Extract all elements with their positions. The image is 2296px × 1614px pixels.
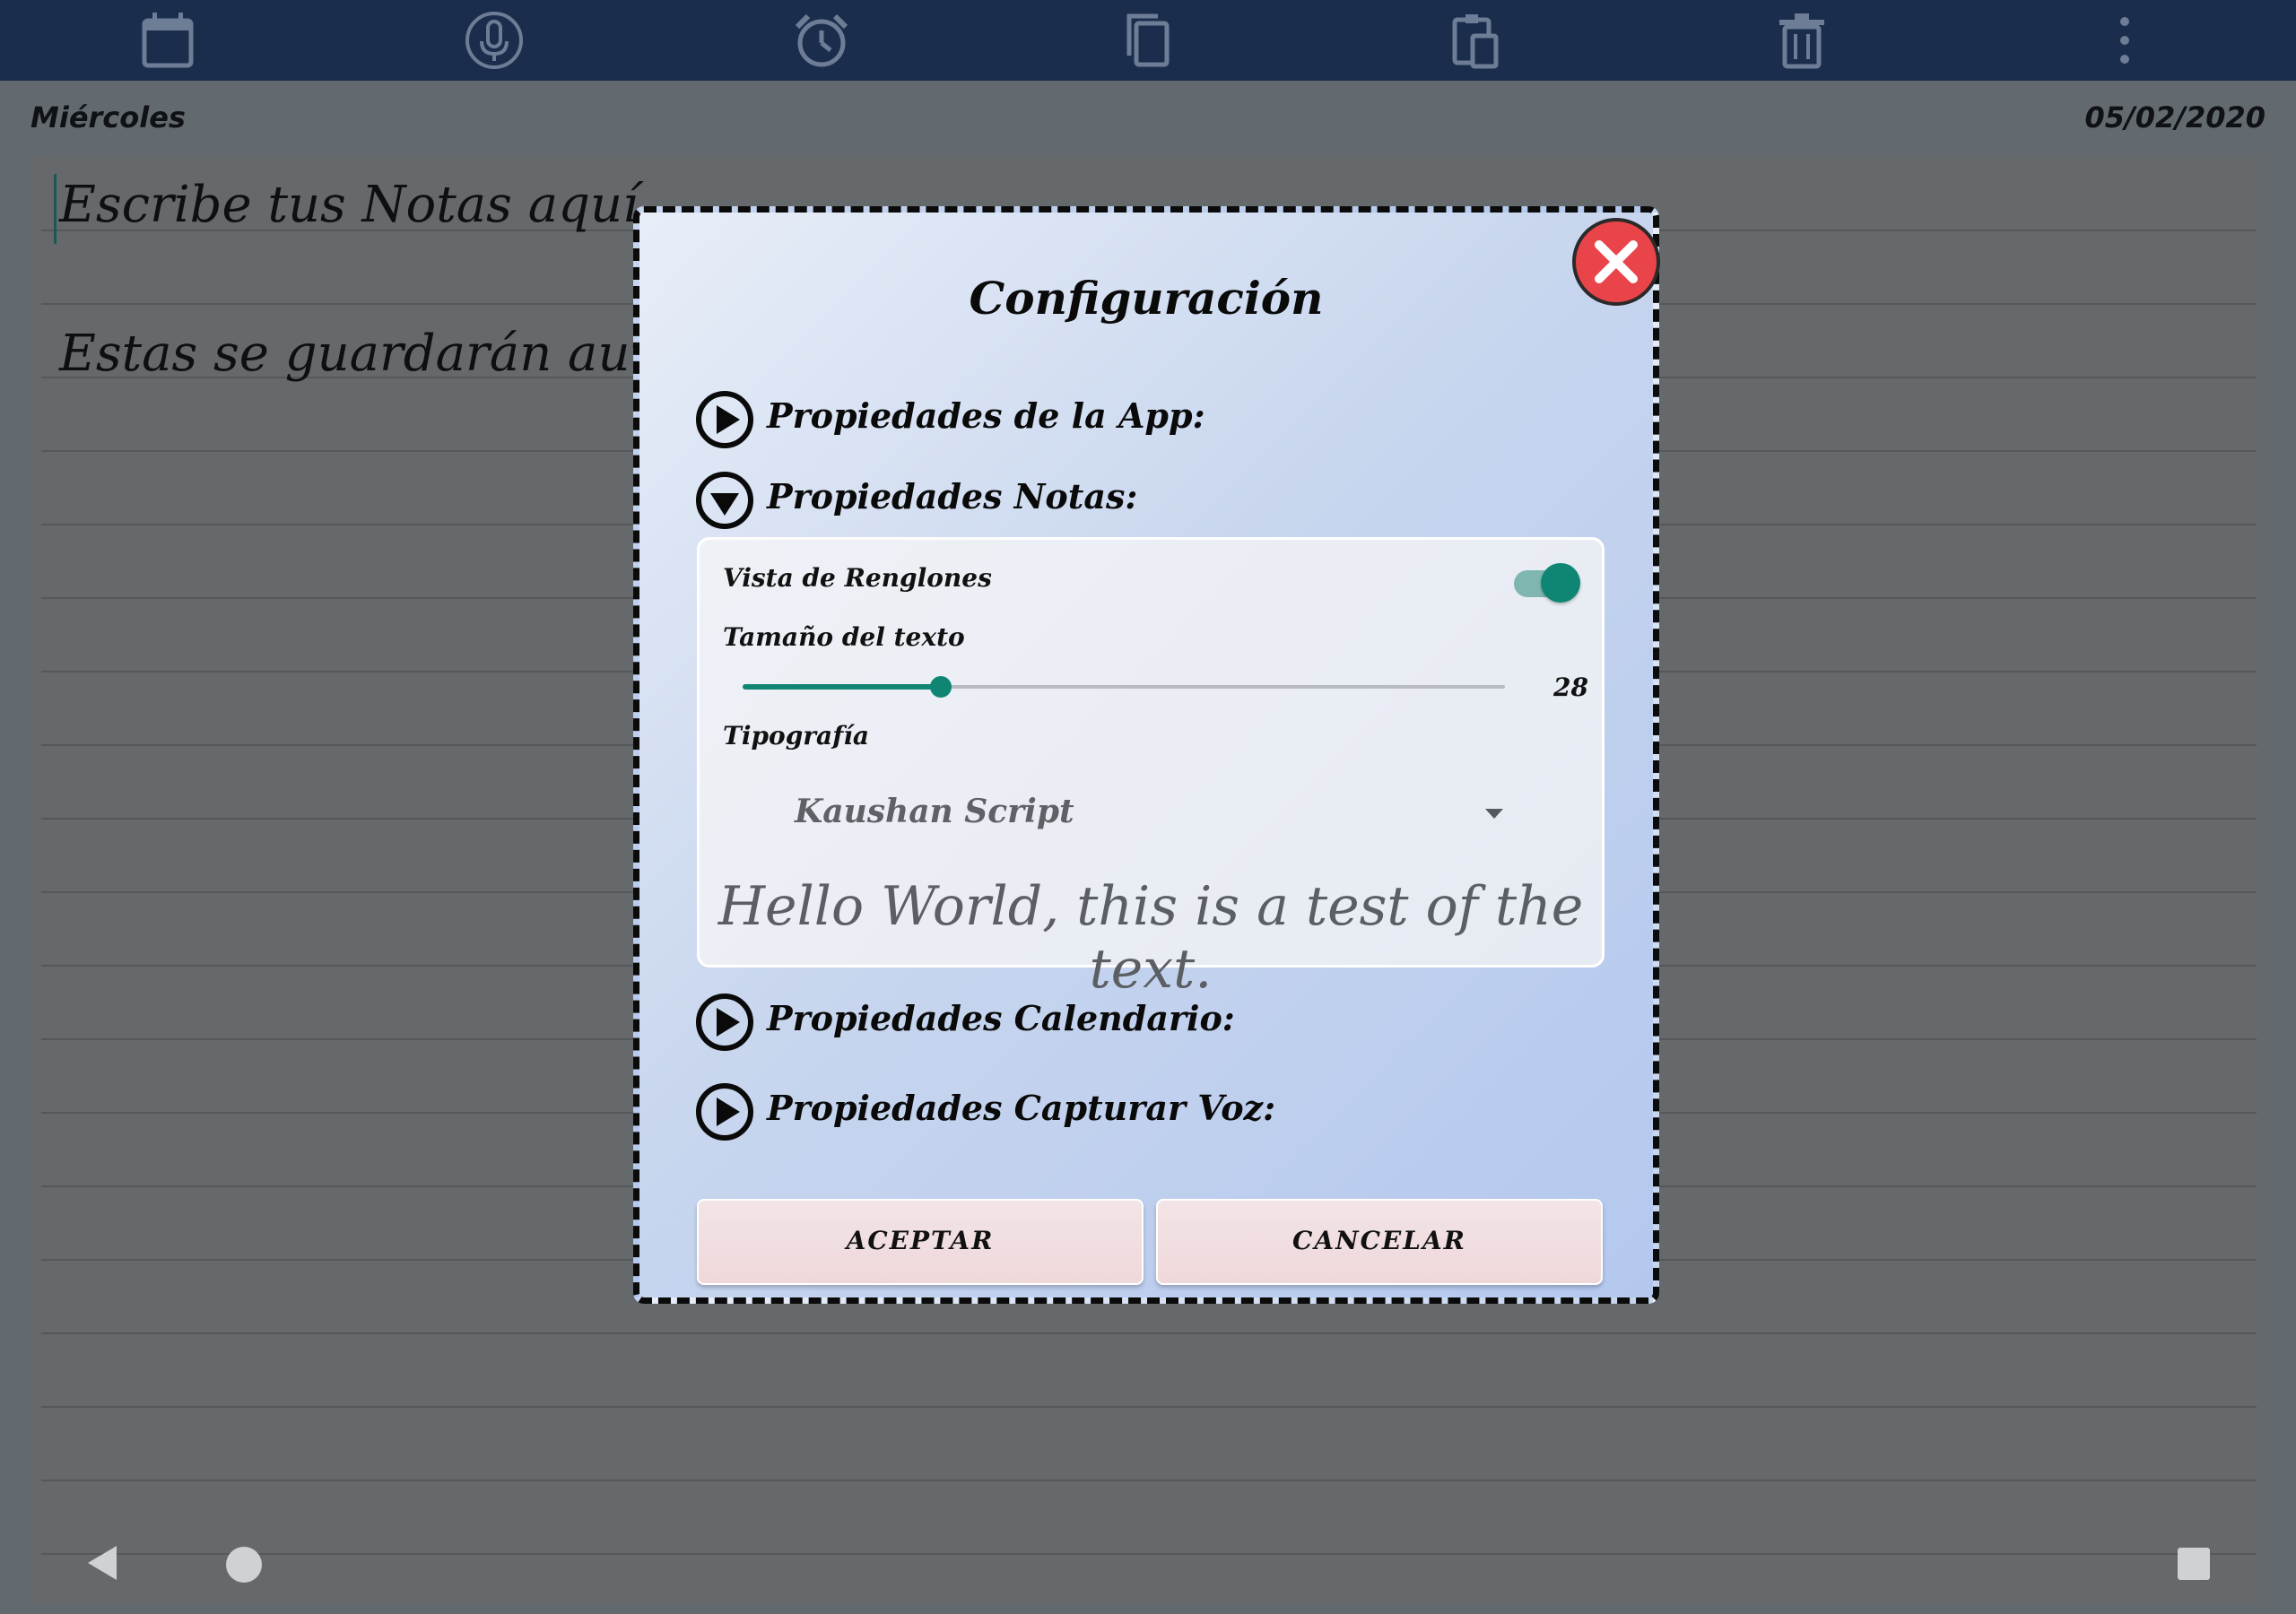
day-label: Miércoles — [30, 100, 186, 134]
section-label: Propiedades Calendario: — [767, 998, 1235, 1038]
ruled-line — [41, 1406, 2257, 1408]
date-label[interactable]: 05/02/2020 — [2085, 100, 2266, 134]
font-select[interactable]: Kaushan Script — [795, 793, 1074, 830]
cancel-button[interactable]: CANCELAR — [1156, 1199, 1603, 1285]
microphone-icon[interactable] — [463, 9, 526, 72]
notes-properties-panel: Vista de Renglones Tamaño del texto 28 T… — [697, 537, 1605, 1001]
ruled-line — [41, 1553, 2257, 1555]
accept-button[interactable]: ACEPTAR — [697, 1199, 1144, 1285]
more-vertical-icon[interactable] — [2093, 9, 2156, 72]
text-size-slider-thumb[interactable] — [930, 676, 952, 698]
text-size-value: 28 — [1553, 672, 1588, 702]
calendar-icon[interactable] — [136, 9, 199, 72]
section-label: Propiedades de la App: — [767, 395, 1205, 436]
text-size-label: Tamaño del texto — [723, 622, 965, 652]
expand-right-icon — [696, 994, 753, 1051]
settings-dialog: Configuración Propiedades de la App: Pro… — [633, 206, 1660, 1304]
font-preview-text: Hello World, this is a test of the text. — [718, 875, 1584, 1001]
section-label: Propiedades Notas: — [767, 476, 1138, 516]
expand-down-icon — [696, 472, 753, 529]
note-text-line: Escribe tus Notas aquí. — [59, 176, 655, 234]
trash-icon[interactable] — [1770, 9, 1833, 72]
close-icon — [1595, 240, 1638, 283]
nav-recents-icon[interactable] — [2178, 1548, 2210, 1580]
expand-right-icon — [696, 1083, 753, 1141]
close-button[interactable] — [1572, 218, 1660, 306]
nav-home-icon[interactable] — [226, 1547, 262, 1583]
section-label: Propiedades Capturar Voz: — [767, 1088, 1276, 1128]
lines-view-toggle-knob[interactable] — [1541, 563, 1580, 603]
alarm-icon[interactable] — [790, 9, 853, 72]
dropdown-arrow-icon[interactable] — [1485, 809, 1503, 819]
lines-view-label: Vista de Renglones — [723, 563, 992, 593]
expand-right-icon — [696, 391, 753, 448]
nav-back-icon[interactable] — [84, 1544, 120, 1582]
text-size-slider-fill — [743, 684, 941, 690]
paste-icon[interactable] — [1444, 9, 1507, 72]
top-toolbar — [0, 0, 2296, 81]
text-caret — [54, 174, 57, 244]
copy-icon[interactable] — [1117, 9, 1179, 72]
font-label: Tipografía — [723, 721, 870, 751]
ruled-line — [41, 1332, 2257, 1334]
ruled-line — [41, 1480, 2257, 1481]
dialog-title: Configuración — [969, 272, 1324, 325]
